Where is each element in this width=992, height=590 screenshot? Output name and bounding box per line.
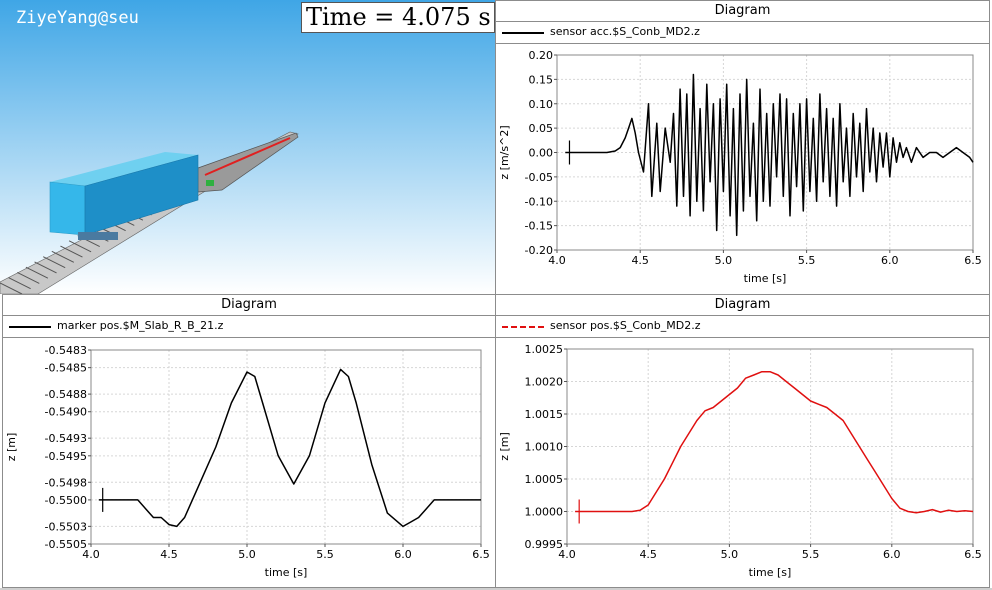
y-tick-label: 0.00 (529, 147, 554, 160)
y-tick-label: 1.0015 (525, 408, 564, 421)
y-tick-label: -0.5493 (45, 432, 87, 445)
y-tick-label: 0.10 (529, 98, 554, 111)
legend-swatch (502, 32, 544, 34)
y-tick-label: -0.5500 (45, 494, 87, 507)
x-tick-label: 6.0 (883, 548, 901, 561)
legend[interactable]: sensor acc.$S_Conb_MD2.z (496, 22, 989, 44)
legend[interactable]: sensor pos.$S_Conb_MD2.z (496, 316, 989, 338)
legend-swatch (9, 326, 51, 328)
x-tick-label: 5.5 (316, 548, 334, 561)
y-tick-label: 1.0005 (525, 473, 564, 486)
y-axis-label: z [m] (5, 433, 18, 462)
diagram-title: Diagram (496, 1, 989, 22)
y-tick-label: 0.20 (529, 49, 554, 62)
diagram-title: Diagram (3, 295, 495, 316)
y-tick-label: -0.5490 (45, 406, 87, 419)
y-tick-label: -0.5483 (45, 344, 87, 357)
x-tick-label: 6.0 (881, 254, 899, 267)
x-tick-label: 5.0 (715, 254, 733, 267)
x-tick-label: 6.5 (472, 548, 490, 561)
y-tick-label: 1.0010 (525, 441, 564, 454)
x-tick-label: 6.5 (964, 548, 982, 561)
x-tick-label: 5.5 (802, 548, 820, 561)
train-end (49, 181, 86, 236)
y-tick-label: -0.05 (525, 171, 553, 184)
y-tick-label: -0.5505 (45, 538, 87, 551)
y-axis-label: z [m/s^2] (498, 125, 511, 179)
plot-frame (90, 349, 482, 545)
diagram-title: Diagram (496, 295, 989, 316)
y-tick-label: 1.0020 (525, 376, 564, 389)
legend-swatch (502, 326, 544, 328)
chart-marker[interactable]: 4.0 4.5 5.0 5.5 6.0 6.5-0.5483-0.5485-0.5488-… (3, 338, 495, 587)
legend-label: sensor pos.$S_Conb_MD2.z (550, 319, 701, 332)
sensor-marker (206, 180, 214, 186)
watermark: ZiyeYang@seu (16, 8, 139, 28)
chart-sensor-pos[interactable]: 4.0 4.5 5.0 5.5 6.0 6.51.00251.00201.00151.00… (496, 338, 989, 587)
x-tick-label: 4.5 (639, 548, 657, 561)
y-tick-label: -0.5485 (45, 362, 87, 375)
legend-label: sensor acc.$S_Conb_MD2.z (550, 25, 700, 38)
x-tick-label: 6.0 (394, 548, 412, 561)
y-tick-label: -0.15 (525, 220, 553, 233)
x-tick-label: 5.0 (238, 548, 256, 561)
y-tick-label: -0.10 (525, 195, 553, 208)
x-tick-label: 6.5 (964, 254, 982, 267)
series-line (575, 370, 974, 514)
series-line (98, 368, 481, 528)
y-tick-label: -0.5488 (45, 388, 87, 401)
y-axis-label: z [m] (498, 432, 511, 461)
series-line (565, 73, 974, 237)
x-tick-label: 5.0 (721, 548, 739, 561)
x-tick-label: 5.5 (798, 254, 816, 267)
y-tick-label: -0.5503 (45, 520, 87, 533)
scene-canvas (0, 0, 495, 295)
y-tick-label: 0.9995 (525, 538, 564, 551)
y-tick-label: -0.20 (525, 244, 553, 257)
y-tick-label: 0.05 (529, 122, 554, 135)
animation-viewport[interactable]: ZiyeYang@seu Time = 4.075 s (0, 0, 495, 295)
diagram-panel-sensor-pos[interactable]: Diagram sensor pos.$S_Conb_MD2.z 4.0 4.5 5… (495, 294, 990, 588)
legend-label: marker pos.$M_Slab_R_B_21.z (57, 319, 224, 332)
x-tick-label: 4.5 (160, 548, 178, 561)
y-tick-label: 0.15 (529, 73, 554, 86)
time-readout: Time = 4.075 s (301, 2, 495, 33)
y-tick-label: 1.0025 (525, 343, 564, 356)
diagram-panel-marker[interactable]: Diagram marker pos.$M_Slab_R_B_21.z 4.0 4… (2, 294, 496, 588)
chart-acc[interactable]: 4.0 4.5 5.0 5.5 6.0 6.50.200.150.100.050.00-0… (496, 44, 989, 295)
y-tick-label: -0.5498 (45, 476, 87, 489)
x-axis-label: time [s] (265, 566, 308, 579)
legend[interactable]: marker pos.$M_Slab_R_B_21.z (3, 316, 495, 338)
diagram-panel-acc[interactable]: Diagram sensor acc.$S_Conb_MD2.z 4.0 4.5 5… (495, 0, 990, 296)
y-tick-label: 1.0000 (525, 506, 564, 519)
x-axis-label: time [s] (744, 272, 787, 285)
x-axis-label: time [s] (749, 566, 792, 579)
y-tick-label: -0.5495 (45, 450, 87, 463)
x-tick-label: 4.5 (631, 254, 649, 267)
train-bogie (78, 232, 118, 240)
